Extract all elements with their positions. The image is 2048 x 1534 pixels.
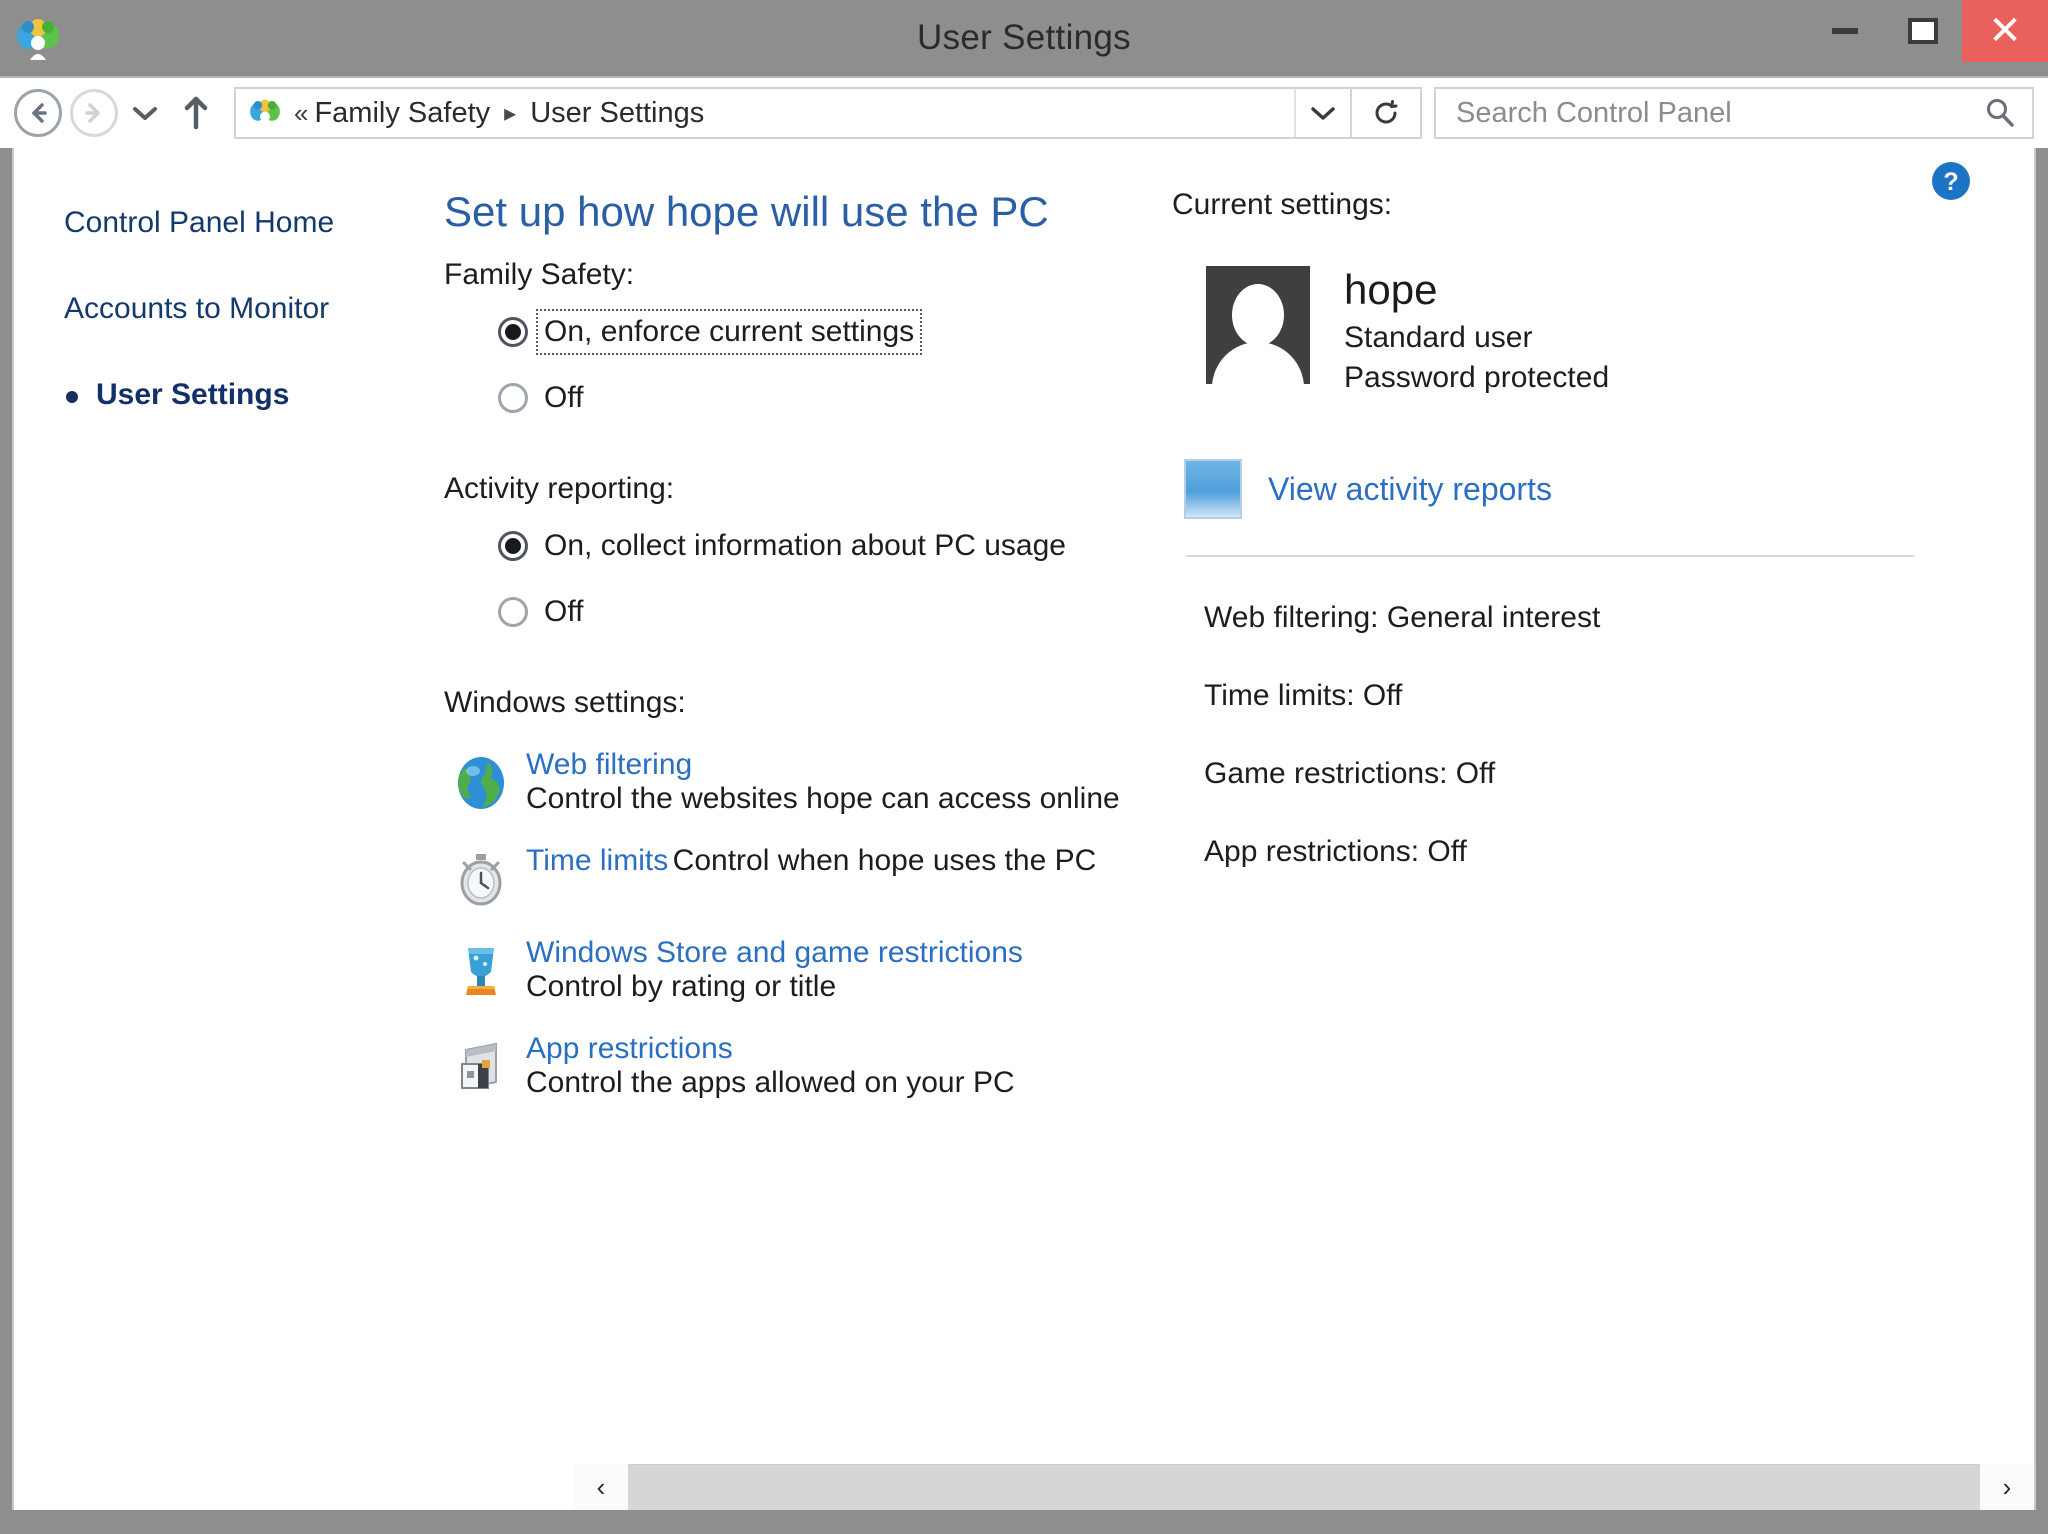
forward-button[interactable]	[66, 85, 122, 141]
user-settings-window: User Settings ✕ « Family Safety ▸ User S…	[0, 0, 2048, 1534]
activity-reporting-label: Activity reporting:	[444, 472, 675, 505]
back-arrow-icon	[14, 89, 62, 137]
user-account-type: Standard user	[1344, 321, 1533, 355]
family-safety-off-label[interactable]: Off	[540, 379, 587, 417]
stopwatch-icon	[444, 844, 518, 908]
breadcrumb-item-user-settings[interactable]: User Settings	[530, 97, 704, 130]
web-filtering-description: Control the websites hope can access onl…	[526, 782, 1120, 815]
search-input[interactable]: Search Control Panel	[1436, 97, 1968, 130]
web-filtering-link[interactable]: Web filtering	[526, 748, 692, 781]
sidebar: Control Panel Home Accounts to Monitor U…	[14, 148, 444, 1510]
search-icon[interactable]	[1968, 96, 2032, 130]
maximize-button[interactable]	[1884, 0, 1962, 62]
view-activity-reports-row[interactable]: View activity reports	[1184, 459, 2034, 520]
windows-settings-label: Windows settings:	[444, 686, 686, 719]
windows-setting-store-game-restrictions[interactable]: Windows Store and game restrictions Cont…	[444, 936, 1144, 1004]
chevron-down-icon	[133, 107, 157, 120]
horizontal-scrollbar[interactable]: ‹ ›	[14, 1464, 2034, 1510]
family-safety-label: Family Safety:	[444, 258, 635, 291]
refresh-icon	[1375, 100, 1398, 124]
summary-time-limits: Time limits: Off	[1204, 679, 1403, 713]
sidebar-item-user-settings[interactable]: User Settings	[64, 378, 444, 412]
refresh-button[interactable]	[1352, 87, 1422, 139]
sidebar-item-accounts-to-monitor[interactable]: Accounts to Monitor	[64, 292, 444, 326]
maximize-icon	[1908, 18, 1938, 44]
family-safety-on-option[interactable]: On, enforce current settings	[498, 306, 1144, 358]
windows-setting-time-limits[interactable]: Time limits Control when hope uses the P…	[444, 844, 1144, 908]
user-name: hope	[1344, 266, 1438, 313]
activity-reporting-off-label[interactable]: Off	[540, 593, 587, 631]
up-arrow-icon	[184, 96, 208, 130]
activity-reporting-on-option[interactable]: On, collect information about PC usage	[498, 520, 1144, 572]
current-settings-heading: Current settings:	[1172, 188, 1393, 221]
scroll-left-button[interactable]: ‹	[574, 1464, 628, 1510]
recent-locations-button[interactable]	[122, 104, 168, 122]
user-password-state: Password protected	[1344, 360, 1610, 394]
scrollbar-track[interactable]	[628, 1464, 1980, 1510]
minimize-icon	[1832, 28, 1858, 34]
main-panel: Set up how hope will use the PC Family S…	[444, 148, 2034, 1510]
windows-setting-app-restrictions[interactable]: App restrictions Control the apps allowe…	[444, 1032, 1144, 1100]
report-icon	[1184, 459, 1242, 520]
summary-app-restrictions: App restrictions: Off	[1204, 835, 1467, 869]
app-box-icon	[444, 1032, 518, 1100]
current-settings-column: Current settings: hope Standard user Pas…	[1144, 188, 2034, 1100]
sidebar-item-control-panel-home[interactable]: Control Panel Home	[64, 206, 444, 240]
status-bar	[0, 1510, 2048, 1534]
radio-icon-on[interactable]	[498, 317, 528, 347]
settings-column: Set up how hope will use the PC Family S…	[444, 188, 1144, 1100]
close-icon: ✕	[1988, 9, 2022, 53]
app-restrictions-link[interactable]: App restrictions	[526, 1032, 733, 1065]
breadcrumb-item-family-safety[interactable]: Family Safety	[314, 97, 490, 130]
store-game-restrictions-link[interactable]: Windows Store and game restrictions	[526, 936, 1023, 969]
chevron-down-icon	[1311, 107, 1335, 120]
back-button[interactable]	[10, 85, 66, 141]
time-limits-description: Control when hope uses the PC	[672, 844, 1097, 877]
activity-reporting-on-label[interactable]: On, collect information about PC usage	[540, 527, 1070, 565]
breadcrumb-family-safety-icon	[248, 96, 282, 130]
window-controls: ✕	[1806, 0, 2048, 62]
store-game-restrictions-description: Control by rating or title	[526, 970, 837, 1003]
breadcrumb[interactable]: « Family Safety ▸ User Settings	[234, 87, 1352, 139]
family-safety-on-label[interactable]: On, enforce current settings	[535, 309, 923, 355]
minimize-button[interactable]	[1806, 0, 1884, 62]
time-limits-link[interactable]: Time limits	[526, 844, 668, 877]
summary-web-filtering: Web filtering: General interest	[1204, 601, 1601, 635]
summary-game-restrictions: Game restrictions: Off	[1204, 757, 1496, 791]
breadcrumb-separator-icon[interactable]: ▸	[504, 99, 516, 128]
address-bar: « Family Safety ▸ User Settings Search C…	[0, 76, 2048, 148]
family-safety-off-option[interactable]: Off	[498, 372, 1144, 424]
up-one-level-button[interactable]	[168, 96, 224, 130]
radio-icon-off[interactable]	[498, 597, 528, 627]
app-restrictions-description: Control the apps allowed on your PC	[526, 1066, 1015, 1099]
view-activity-reports-link[interactable]: View activity reports	[1268, 471, 1552, 508]
breadcrumb-dropdown-button[interactable]	[1294, 89, 1350, 137]
search-control-panel-box[interactable]: Search Control Panel	[1434, 87, 2034, 139]
activity-reporting-off-option[interactable]: Off	[498, 586, 1144, 638]
user-avatar-icon	[1206, 266, 1310, 384]
breadcrumb-overflow-icon[interactable]: «	[294, 98, 308, 129]
page-title: Set up how hope will use the PC	[444, 188, 1049, 235]
window-title: User Settings	[917, 18, 1131, 57]
content-area: ? Control Panel Home Accounts to Monitor…	[12, 148, 2036, 1510]
scroll-right-button[interactable]: ›	[1980, 1464, 2034, 1510]
divider	[1186, 555, 1914, 558]
radio-icon-on[interactable]	[498, 531, 528, 561]
radio-icon-off[interactable]	[498, 383, 528, 413]
avatar-body	[1212, 342, 1304, 384]
trophy-icon	[444, 936, 518, 1004]
globe-icon	[444, 748, 518, 816]
forward-arrow-icon	[70, 89, 118, 137]
avatar-head	[1232, 284, 1284, 346]
title-bar: User Settings ✕	[0, 0, 2048, 76]
user-summary: hope Standard user Password protected	[1206, 266, 2034, 397]
windows-setting-web-filtering[interactable]: Web filtering Control the websites hope …	[444, 748, 1144, 816]
close-button[interactable]: ✕	[1962, 0, 2048, 62]
